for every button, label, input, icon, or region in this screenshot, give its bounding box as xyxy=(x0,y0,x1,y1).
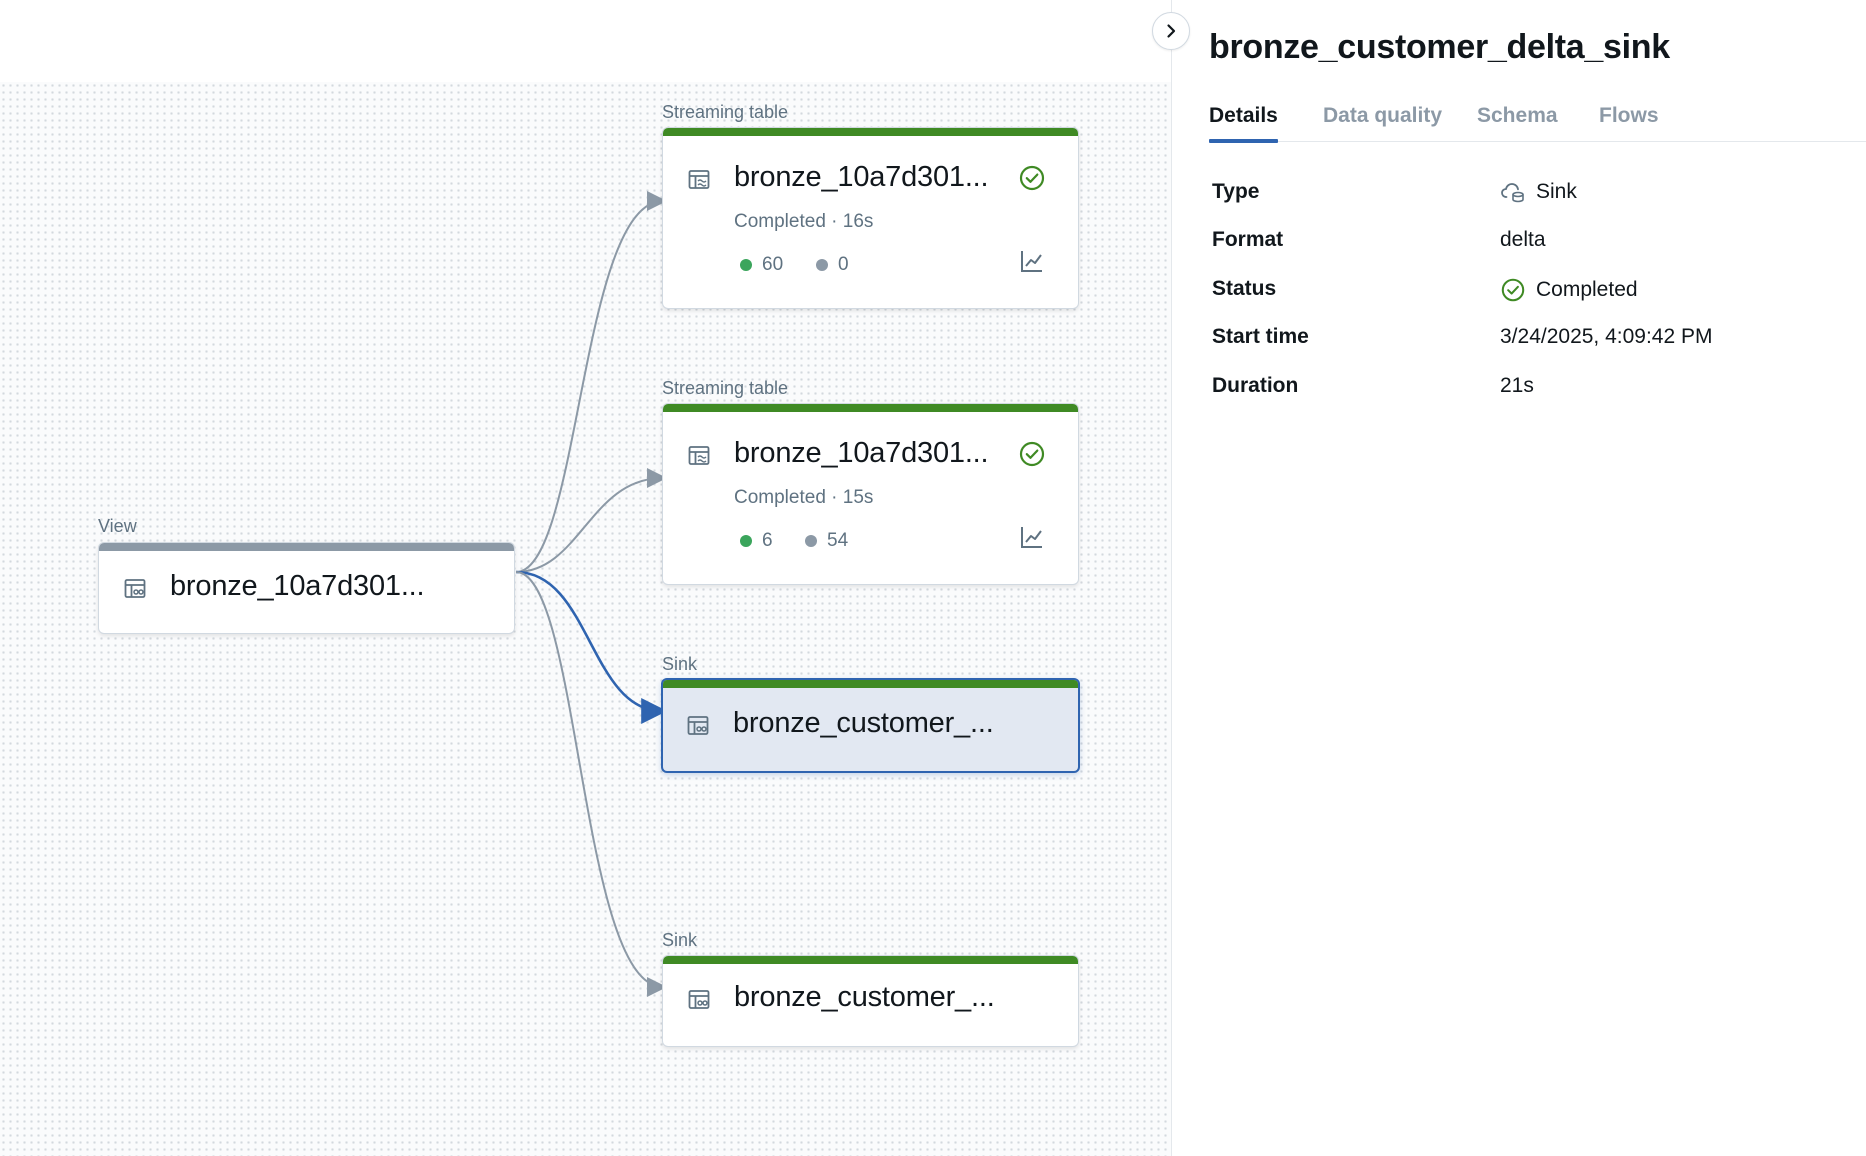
detail-key: Status xyxy=(1212,277,1277,300)
graph-node-view[interactable]: bronze_10a7d301... xyxy=(98,542,515,634)
metric-value: 0 xyxy=(838,254,849,275)
line-chart-icon[interactable] xyxy=(1019,248,1045,274)
cloud-sink-icon xyxy=(1501,183,1524,203)
detail-key: Duration xyxy=(1212,374,1299,397)
node-title: bronze_customer_... xyxy=(734,981,995,1013)
node-status-bar xyxy=(663,956,1078,964)
streaming-table-icon xyxy=(688,446,710,465)
check-circle-icon xyxy=(1019,165,1045,191)
node-status-bar xyxy=(99,543,514,551)
detail-row-start-time: Start time 3/24/2025, 4:09:42 PM xyxy=(1212,325,1832,355)
edge-view-to-st1 xyxy=(515,191,667,573)
neutral-dot xyxy=(816,259,828,271)
detail-key: Format xyxy=(1212,228,1284,251)
neutral-dot xyxy=(805,535,817,547)
tab-data-quality[interactable]: Data quality xyxy=(1323,104,1442,142)
output-rows-metric: 6 xyxy=(740,530,773,552)
edge-view-to-st2 xyxy=(515,468,667,573)
table-icon xyxy=(688,990,710,1009)
dropped-rows-metric: 54 xyxy=(805,530,848,552)
detail-value: Completed xyxy=(1500,277,1638,303)
graph-node-streaming-table-2[interactable]: bronze_10a7d301... Completed · 15s 6 54 xyxy=(662,403,1079,585)
detail-key: Start time xyxy=(1212,325,1309,348)
node-type-label: Streaming table xyxy=(662,102,789,122)
graph-node-streaming-table-1[interactable]: bronze_10a7d301... Completed · 16s 60 0 xyxy=(662,127,1079,309)
check-circle-icon xyxy=(1501,278,1525,302)
detail-value: delta xyxy=(1500,228,1546,251)
table-icon xyxy=(687,716,709,735)
output-rows-metric: 60 xyxy=(740,254,783,276)
type-value: Sink xyxy=(1536,180,1577,203)
graph-node-sink-2[interactable]: bronze_customer_... xyxy=(662,955,1079,1047)
node-title: bronze_10a7d301... xyxy=(170,570,425,602)
node-status-bar xyxy=(663,680,1078,688)
node-type-label: Sink xyxy=(662,930,698,950)
node-title: bronze_10a7d301... xyxy=(734,437,989,469)
edge-view-to-sink2 xyxy=(515,571,667,997)
detail-value: 21s xyxy=(1500,374,1534,397)
metric-value: 54 xyxy=(827,530,849,551)
tab-flows[interactable]: Flows xyxy=(1599,104,1659,142)
detail-row-status: Status Completed xyxy=(1212,277,1832,307)
success-dot xyxy=(740,535,752,547)
panel-tabs: Details Data quality Schema Flows xyxy=(1209,104,1866,143)
check-circle-icon xyxy=(1019,441,1045,467)
table-icon xyxy=(124,579,146,598)
line-chart-icon[interactable] xyxy=(1019,524,1045,550)
success-dot xyxy=(740,259,752,271)
chevron-right-icon xyxy=(1167,24,1176,38)
collapse-panel-button[interactable] xyxy=(1152,12,1190,50)
node-type-label: Sink xyxy=(662,654,698,674)
node-status-text: Completed · 16s xyxy=(734,211,874,232)
status-value: Completed xyxy=(1536,278,1638,301)
metric-value: 60 xyxy=(762,254,784,275)
node-status-text: Completed · 15s xyxy=(734,487,874,508)
streaming-table-icon xyxy=(688,170,710,189)
detail-row-format: Format delta xyxy=(1212,228,1832,258)
tab-details[interactable]: Details xyxy=(1209,104,1278,143)
node-type-label: View xyxy=(98,516,137,536)
node-title: bronze_customer_... xyxy=(733,707,994,739)
dropped-rows-metric: 0 xyxy=(816,254,849,276)
detail-value: Sink xyxy=(1500,180,1577,204)
node-status-bar xyxy=(663,128,1078,136)
node-title: bronze_10a7d301... xyxy=(734,161,989,193)
detail-value: 3/24/2025, 4:09:42 PM xyxy=(1500,325,1713,348)
detail-row-duration: Duration 21s xyxy=(1212,374,1832,404)
graph-node-sink-1[interactable]: bronze_customer_... xyxy=(661,678,1080,773)
detail-row-type: Type Sink xyxy=(1212,180,1832,210)
node-status-bar xyxy=(663,404,1078,412)
node-type-label: Streaming table xyxy=(662,378,789,398)
panel-title: bronze_customer_delta_sink xyxy=(1209,28,1670,66)
metric-value: 6 xyxy=(762,530,773,551)
tab-schema[interactable]: Schema xyxy=(1477,104,1558,142)
details-panel: bronze_customer_delta_sink Details Data … xyxy=(1171,0,1866,1156)
detail-key: Type xyxy=(1212,180,1260,203)
